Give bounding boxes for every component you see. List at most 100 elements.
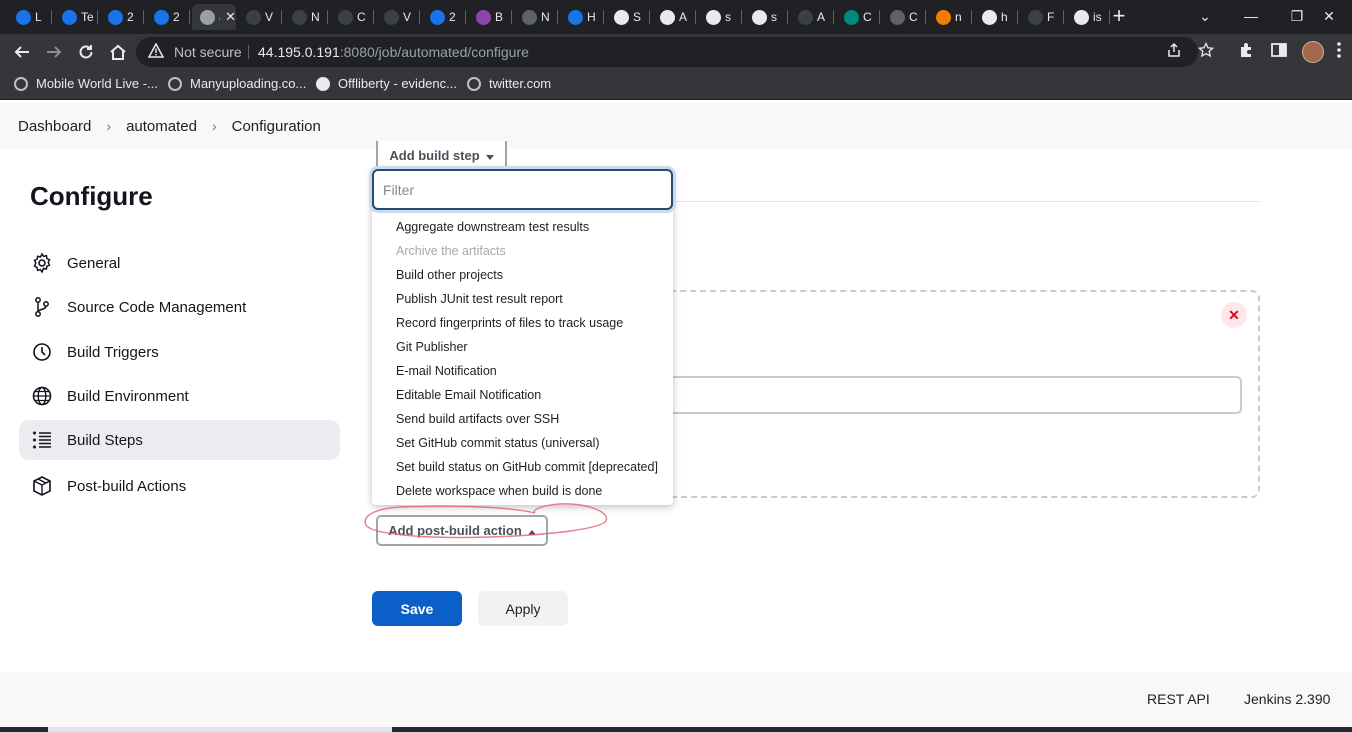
menu-item-git-publisher[interactable]: Git Publisher <box>396 340 468 354</box>
browser-tab[interactable]: A <box>652 4 696 30</box>
share-icon[interactable] <box>1166 42 1182 62</box>
sidebar-item-general[interactable]: General <box>19 243 340 283</box>
browser-tab[interactable]: A <box>790 4 834 30</box>
tab-favicon-icon <box>660 9 675 25</box>
profile-avatar[interactable] <box>1302 41 1324 63</box>
back-button[interactable] <box>10 40 34 64</box>
breadcrumb-job[interactable]: automated <box>126 118 197 135</box>
tab-title: C <box>909 10 918 24</box>
breadcrumb-configuration[interactable]: Configuration <box>232 118 321 135</box>
url-text[interactable]: 44.195.0.191:8080/job/automated/configur… <box>258 44 529 60</box>
sidebar-item-build-environment[interactable]: Build Environment <box>19 376 340 416</box>
tab-separator <box>143 10 144 24</box>
home-button[interactable] <box>106 40 130 64</box>
list-icon <box>31 429 53 451</box>
browser-tab[interactable]: au✕ <box>192 4 236 30</box>
browser-tab[interactable]: V <box>238 4 282 30</box>
arrow-right-icon <box>47 46 62 58</box>
tab-title: C <box>863 10 872 24</box>
extensions-icon[interactable] <box>1238 41 1256 64</box>
browser-tab[interactable]: 2 <box>422 4 466 30</box>
tab-separator <box>695 10 696 24</box>
jenkins-page: Dashboard › automated › Configuration Co… <box>0 103 1352 732</box>
address-bar[interactable]: Not secure 44.195.0.191:8080/job/automat… <box>136 37 1215 67</box>
menu-item-record-fingerprints[interactable]: Record fingerprints of files to track us… <box>396 316 623 330</box>
apply-button[interactable]: Apply <box>478 591 568 626</box>
reload-button[interactable] <box>74 40 98 64</box>
minimize-button[interactable]: — <box>1228 0 1274 32</box>
rest-api-link[interactable]: REST API <box>1147 691 1210 707</box>
side-panel-icon[interactable] <box>1270 41 1288 64</box>
tab-title: A <box>679 10 688 24</box>
bookmark-item[interactable]: twitter.com <box>467 76 551 91</box>
menu-item-email-notification[interactable]: E-mail Notification <box>396 364 497 378</box>
bookmark-item[interactable]: Offliberty - evidenc... <box>316 76 457 91</box>
browser-tab[interactable]: is <box>1066 4 1110 30</box>
tab-separator <box>327 10 328 24</box>
tab-favicon-icon <box>752 9 767 25</box>
browser-tab[interactable]: s <box>698 4 742 30</box>
menu-item-github-commit-status[interactable]: Set GitHub commit status (universal) <box>396 436 600 450</box>
tab-separator <box>281 10 282 24</box>
browser-tab[interactable]: N <box>284 4 328 30</box>
new-tab-button[interactable]: + <box>1108 5 1130 27</box>
bookmark-label: Mobile World Live -... <box>36 76 158 91</box>
browser-tab[interactable]: V <box>376 4 420 30</box>
breadcrumb-dashboard[interactable]: Dashboard <box>18 118 91 135</box>
tab-favicon-icon <box>430 9 445 25</box>
bookmark-label: twitter.com <box>489 76 552 91</box>
filter-input[interactable]: Filter <box>372 169 673 210</box>
tab-separator <box>971 10 972 24</box>
tab-separator <box>557 10 558 24</box>
sidebar-item-post-build-actions[interactable]: Post-build Actions <box>19 466 340 506</box>
security-label[interactable]: Not secure <box>174 44 242 60</box>
tab-separator <box>1063 10 1064 24</box>
jenkins-version-link[interactable]: Jenkins 2.390 <box>1244 691 1330 707</box>
warning-icon[interactable] <box>147 42 165 62</box>
add-build-step-button[interactable]: Add build step <box>376 141 507 171</box>
browser-tab[interactable]: 2 <box>146 4 190 30</box>
menu-item-editable-email[interactable]: Editable Email Notification <box>396 388 541 402</box>
sidebar-item-label: Post-build Actions <box>67 477 187 495</box>
forward-button[interactable] <box>42 40 66 64</box>
sidebar-item-label: Source Code Management <box>67 298 247 316</box>
browser-tab[interactable]: B <box>468 4 512 30</box>
menu-item-publish-junit[interactable]: Publish JUnit test result report <box>396 292 563 306</box>
window-close-button[interactable]: ✕ <box>1306 0 1352 32</box>
menu-item-send-artifacts-ssh[interactable]: Send build artifacts over SSH <box>396 412 559 426</box>
browser-tab[interactable]: h <box>974 4 1018 30</box>
menu-kebab-icon[interactable] <box>1336 41 1342 64</box>
browser-tab[interactable]: 2 <box>100 4 144 30</box>
browser-tab[interactable]: C <box>836 4 880 30</box>
tab-title: A <box>817 10 826 24</box>
browser-tab[interactable]: N <box>514 4 558 30</box>
sidebar-item-source-code-management[interactable]: Source Code Management <box>19 287 340 327</box>
menu-item-delete-workspace[interactable]: Delete workspace when build is done <box>396 484 602 498</box>
tab-title: s <box>725 10 731 24</box>
remove-action-button[interactable]: ✕ <box>1221 302 1247 328</box>
action-text-field[interactable] <box>660 376 1242 414</box>
bookmark-label: Manyuploading.co... <box>190 76 307 91</box>
star-icon[interactable] <box>1197 41 1215 62</box>
browser-tab[interactable]: n <box>928 4 972 30</box>
browser-tab[interactable]: F <box>1020 4 1064 30</box>
browser-tab[interactable]: L <box>8 4 52 30</box>
save-button[interactable]: Save <box>372 591 462 626</box>
browser-tab[interactable]: Te <box>54 4 98 30</box>
menu-item-archive-artifacts: Archive the artifacts <box>396 244 506 258</box>
browser-tab[interactable]: S <box>606 4 650 30</box>
caret-down-icon <box>485 148 494 163</box>
sidebar-item-build-triggers[interactable]: Build Triggers <box>19 332 340 372</box>
menu-item-aggregate-downstream[interactable]: Aggregate downstream test results <box>396 220 589 234</box>
tab-close-icon[interactable]: ✕ <box>225 9 236 25</box>
menu-item-build-other-projects[interactable]: Build other projects <box>396 268 503 282</box>
menu-item-github-build-status[interactable]: Set build status on GitHub commit [depre… <box>396 460 658 474</box>
browser-tab[interactable]: C <box>882 4 926 30</box>
browser-tab[interactable]: H <box>560 4 604 30</box>
bookmark-item[interactable]: Manyuploading.co... <box>168 76 306 91</box>
tab-search-button[interactable]: ⌄ <box>1182 0 1228 32</box>
browser-tab[interactable]: s <box>744 4 788 30</box>
bookmark-item[interactable]: Mobile World Live -... <box>14 76 158 91</box>
sidebar-item-build-steps[interactable]: Build Steps <box>19 420 340 460</box>
browser-tab[interactable]: C <box>330 4 374 30</box>
